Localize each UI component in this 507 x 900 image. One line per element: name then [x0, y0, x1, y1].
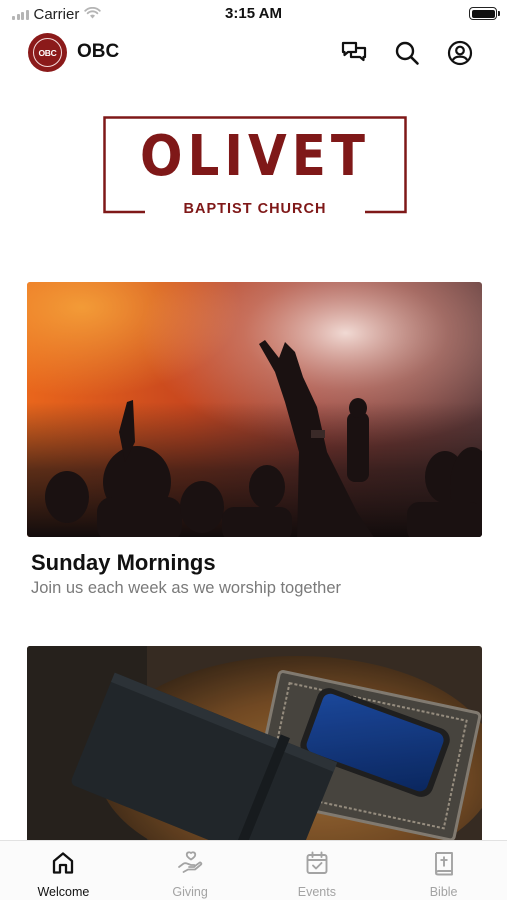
card-title: Sunday Mornings — [31, 550, 216, 575]
church-avatar[interactable]: OBC — [28, 33, 67, 72]
worship-photo — [27, 282, 482, 537]
church-subtitle: BAPTIST CHURCH — [183, 201, 327, 217]
status-time: 3:15 AM — [225, 5, 282, 22]
tab-events[interactable]: Events — [254, 841, 381, 900]
tab-label: Welcome — [37, 885, 90, 899]
tab-label: Bible — [429, 885, 458, 899]
app-header: OBC OBC — [0, 30, 507, 76]
calendar-icon — [304, 850, 330, 876]
bible-phone-photo — [27, 646, 482, 841]
sunday-mornings-card[interactable]: Sunday Mornings Join us each week as we … — [27, 282, 482, 598]
tab-label: Events — [297, 885, 336, 899]
battery-icon — [469, 7, 500, 20]
tab-label: Giving — [172, 885, 208, 899]
home-icon — [50, 850, 76, 876]
giving-icon — [177, 850, 203, 876]
messages-button[interactable] — [339, 38, 369, 68]
tab-welcome[interactable]: Welcome — [0, 841, 127, 900]
church-name: OLIVET — [140, 123, 370, 189]
search-button[interactable] — [392, 38, 422, 68]
status-bar: Carrier 3:15 AM — [0, 0, 507, 28]
avatar-logo-text: OBC — [33, 38, 62, 67]
card-subtitle: Join us each week as we worship together — [31, 579, 342, 597]
bible-icon — [431, 850, 457, 876]
tab-bar: Welcome Giving Events Bible — [0, 840, 507, 900]
search-icon — [395, 41, 419, 65]
chat-bubbles-icon — [341, 41, 367, 62]
tab-bible[interactable]: Bible — [380, 841, 507, 900]
account-icon — [447, 40, 473, 66]
tab-giving[interactable]: Giving — [127, 841, 254, 900]
app-title: OBC — [77, 41, 120, 62]
profile-button[interactable] — [445, 38, 475, 68]
church-logo: OLIVET BAPTIST CHURCH — [103, 116, 407, 217]
second-card[interactable] — [27, 646, 482, 841]
